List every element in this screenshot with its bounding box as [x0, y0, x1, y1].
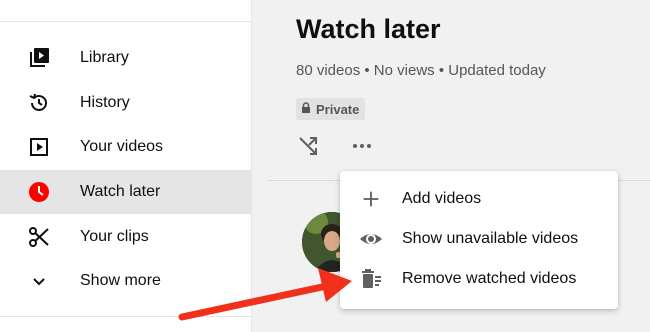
more-icon: [350, 134, 374, 163]
privacy-badge: Private: [296, 98, 366, 120]
menu-item-label: Add videos: [402, 190, 482, 207]
shuffle-button[interactable]: [294, 134, 322, 162]
history-icon: [26, 90, 52, 116]
chevron-down-icon: [26, 268, 52, 294]
sidebar: Library History Your videos Watch later …: [0, 0, 252, 332]
sidebar-item-library[interactable]: Library: [0, 36, 251, 80]
privacy-label: Private: [316, 101, 360, 117]
menu-item-label: Show unavailable videos: [402, 230, 579, 247]
sidebar-divider-bottom: [0, 316, 251, 317]
sidebar-item-label: Show more: [80, 272, 161, 289]
remove-watched-icon: [358, 266, 384, 292]
sidebar-item-label: Library: [80, 49, 129, 66]
menu-item-remove-watched[interactable]: Remove watched videos: [340, 259, 618, 299]
sidebar-item-show-more[interactable]: Show more: [0, 259, 251, 303]
library-icon: [26, 45, 52, 71]
sidebar-divider-top: [0, 21, 251, 22]
sidebar-item-watch-later[interactable]: Watch later: [0, 170, 251, 214]
sidebar-item-label: Your clips: [80, 228, 149, 245]
your-videos-icon: [26, 134, 52, 160]
sidebar-item-label: Your videos: [80, 138, 164, 155]
menu-item-show-unavailable[interactable]: Show unavailable videos: [340, 219, 618, 259]
playlist-meta: 80 videos • No views • Updated today: [296, 62, 546, 79]
sidebar-item-label: Watch later: [80, 183, 161, 200]
more-actions-button[interactable]: [348, 134, 376, 162]
watch-later-icon: [26, 179, 52, 205]
sidebar-item-history[interactable]: History: [0, 81, 251, 125]
lock-icon: [300, 101, 312, 117]
sidebar-item-label: History: [80, 94, 130, 111]
page-title: Watch later: [296, 14, 441, 44]
shuffle-icon: [296, 134, 320, 163]
sidebar-item-your-videos[interactable]: Your videos: [0, 125, 251, 169]
playlist-actions-menu: Add videos Show unavailable videos Remov…: [340, 171, 618, 309]
menu-item-label: Remove watched videos: [402, 270, 577, 287]
scissors-icon: [26, 224, 52, 250]
plus-icon: [358, 186, 384, 212]
sidebar-item-your-clips[interactable]: Your clips: [0, 215, 251, 259]
menu-item-add-videos[interactable]: Add videos: [340, 179, 618, 219]
eye-icon: [358, 226, 384, 252]
